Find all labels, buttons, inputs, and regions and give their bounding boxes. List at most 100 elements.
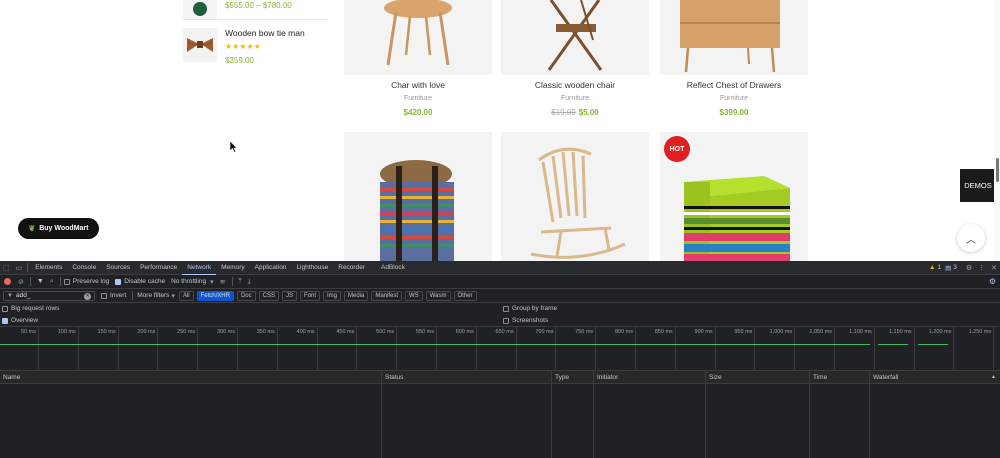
product-image-reflect-chest[interactable] — [660, 0, 808, 75]
settings-gear-icon[interactable]: ⚙ — [966, 264, 972, 272]
filter-fetch-xhr[interactable]: Fetch/XHR — [196, 290, 234, 301]
demos-button[interactable]: DEMOS — [960, 169, 996, 202]
invert-label[interactable]: Invert — [110, 292, 126, 299]
tab-memory[interactable]: Memory — [216, 261, 249, 275]
inspect-element-icon[interactable]: ⬚ — [3, 264, 10, 272]
column-divider — [382, 384, 552, 458]
scroll-to-top-button[interactable]: ︿ — [957, 224, 985, 252]
filter-input[interactable]: ▼ add_ ✕ — [3, 290, 95, 301]
device-toolbar-icon[interactable]: ▭ — [16, 264, 23, 272]
chevron-down-icon[interactable]: ▾ — [171, 292, 175, 300]
hot-badge: HOT — [664, 136, 690, 162]
page-scrollbar[interactable] — [994, 0, 1000, 261]
buy-woodmart-button[interactable]: ❦ Buy WoodMart — [18, 218, 99, 239]
disable-cache-label[interactable]: Disable cache — [124, 278, 165, 285]
product-name[interactable]: Char with love — [344, 80, 492, 90]
invert-checkbox[interactable] — [101, 292, 107, 299]
tab-sources[interactable]: Sources — [101, 261, 135, 275]
screenshots-checkbox[interactable] — [503, 317, 509, 324]
close-devtools-icon[interactable]: ✕ — [991, 264, 997, 272]
product-image-chair-with-love[interactable] — [344, 0, 492, 75]
big-request-rows-checkbox[interactable] — [2, 305, 8, 312]
tab-console[interactable]: Console — [67, 261, 101, 275]
mouse-cursor-icon — [230, 141, 238, 153]
disable-cache-checkbox[interactable] — [115, 278, 122, 285]
column-size[interactable]: Size — [706, 371, 810, 384]
tab-adblock[interactable]: AdBlock — [376, 261, 410, 275]
product-thumbnail[interactable] — [183, 0, 217, 20]
more-filters-dropdown[interactable]: More filters — [137, 292, 169, 299]
filter-wasm[interactable]: Wasm — [425, 290, 451, 301]
group-by-frame-checkbox[interactable] — [503, 305, 509, 312]
column-status[interactable]: Status — [382, 371, 552, 384]
column-time[interactable]: Time — [810, 371, 870, 384]
record-stop-icon[interactable] — [4, 278, 11, 285]
filter-img[interactable]: Img — [323, 290, 342, 301]
timeline-tick-label: 450 ms — [336, 329, 355, 335]
group-by-frame-label[interactable]: Group by frame — [512, 305, 557, 312]
filter-media[interactable]: Media — [344, 290, 369, 301]
product-name[interactable]: Classic wooden chair — [501, 80, 649, 90]
tab-elements[interactable]: Elements — [30, 261, 67, 275]
filter-manifest[interactable]: Manifest — [371, 290, 403, 301]
product-image-rocking-chair[interactable] — [501, 132, 649, 261]
export-har-icon[interactable]: ⤓ — [248, 278, 251, 286]
timeline-tick-label: 500 ms — [376, 329, 395, 335]
overview-checkbox[interactable] — [2, 317, 8, 324]
product-thumbnail[interactable] — [183, 28, 217, 62]
message-count[interactable]: 3 — [953, 264, 957, 271]
tab-performance[interactable]: Performance — [135, 261, 182, 275]
preserve-log-checkbox[interactable] — [63, 278, 70, 285]
warning-count[interactable]: 1 — [937, 264, 941, 271]
product-category[interactable]: Furniture — [501, 95, 649, 102]
tab-recorder[interactable]: Recorder — [333, 261, 370, 275]
sidebar-product-2[interactable]: Wooden bow tie man ★★★★★ $359.00 — [183, 28, 328, 65]
column-initiator[interactable]: Initiator — [594, 371, 706, 384]
product-image-classic-wooden-chair[interactable] — [501, 0, 649, 75]
filter-icon[interactable]: ▼ — [37, 278, 44, 285]
filter-js[interactable]: JS — [281, 290, 297, 301]
filter-doc[interactable]: Doc — [236, 290, 256, 301]
timeline-tick-label: 950 ms — [734, 329, 753, 335]
timeline-tick-label: 1,250 ms — [968, 329, 992, 335]
more-options-icon[interactable]: ⋮ — [978, 264, 985, 272]
screenshots-label[interactable]: Screenshots — [512, 317, 548, 324]
tab-application[interactable]: Application — [250, 261, 292, 275]
filter-all[interactable]: All — [178, 290, 194, 301]
column-type[interactable]: Type — [552, 371, 594, 384]
network-settings-icon[interactable]: ⚙ — [989, 277, 996, 286]
timeline-gridline — [993, 327, 995, 371]
filter-css[interactable]: CSS — [258, 290, 279, 301]
sort-ascending-icon[interactable]: ▲ — [991, 371, 996, 384]
overview-label[interactable]: Overview — [11, 317, 38, 324]
product-category[interactable]: Furniture — [660, 95, 808, 102]
page-scrollbar-thumb[interactable] — [996, 158, 999, 182]
chevron-down-icon[interactable]: ▾ — [210, 278, 214, 286]
web-page: $555.00 – $780.00 Wooden bow tie man ★★★… — [0, 0, 1000, 261]
overview-timeline[interactable]: 50 ms 100 ms 150 ms 200 ms 250 ms 300 ms 350 m… — [0, 327, 1000, 371]
search-icon[interactable]: ⌕ — [50, 278, 54, 286]
tab-network[interactable]: Network — [182, 261, 217, 275]
sidebar-product-name[interactable]: Wooden bow tie man — [225, 28, 305, 38]
column-name[interactable]: Name — [0, 371, 382, 384]
product-name[interactable]: Reflect Chest of Drawers — [660, 80, 808, 90]
message-icon[interactable]: ▤ — [945, 264, 951, 272]
filter-ws[interactable]: WS — [405, 290, 423, 301]
timeline-tick-label: 200 ms — [137, 329, 156, 335]
clear-filter-icon[interactable]: ✕ — [84, 292, 91, 300]
preserve-log-label[interactable]: Preserve log — [73, 278, 110, 285]
filter-other[interactable]: Other — [453, 290, 477, 301]
throttling-select[interactable]: No throttling — [171, 278, 206, 285]
filter-bar: ▼ add_ ✕ Invert More filters ▾ All Fetch… — [0, 289, 1000, 303]
sidebar-product-1[interactable]: $555.00 – $780.00 — [183, 0, 328, 20]
product-category[interactable]: Furniture — [344, 95, 492, 102]
product-image-pouf-stack[interactable] — [344, 132, 492, 261]
import-har-icon[interactable]: ⤒ — [239, 278, 242, 286]
clear-icon[interactable]: ⊘ — [18, 278, 24, 286]
warning-icon[interactable]: ▲ — [929, 264, 935, 271]
filter-font[interactable]: Font — [299, 290, 320, 301]
big-request-rows-label[interactable]: Big request rows — [11, 305, 59, 312]
network-conditions-icon[interactable]: ≋ — [220, 278, 226, 286]
tab-lighthouse[interactable]: Lighthouse — [291, 261, 333, 275]
column-waterfall[interactable]: Waterfall ▲ — [870, 371, 1000, 384]
